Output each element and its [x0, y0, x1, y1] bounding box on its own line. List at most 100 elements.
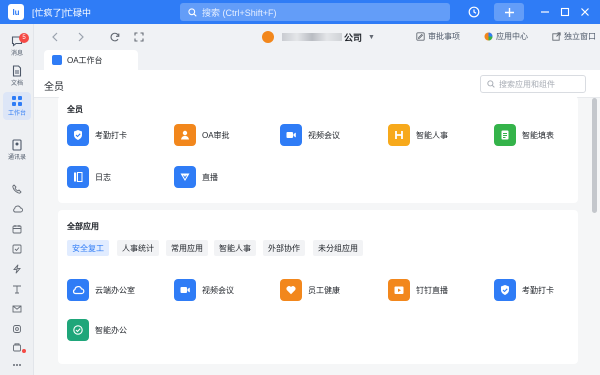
all-apps-section: 全部应用 安全复工 人事统计 常用应用 智能人事 外部协作 未分组应用 云端办公…	[58, 210, 578, 364]
rail-item-workbench[interactable]: 工作台	[3, 92, 31, 120]
minimize-button[interactable]	[538, 4, 552, 20]
company-name-redacted	[282, 33, 342, 41]
filter-smart-hr[interactable]: 智能人事	[214, 240, 256, 256]
live-stream-icon	[388, 279, 410, 301]
app-logo: Iu	[8, 4, 24, 20]
oa-workbench-icon	[52, 55, 62, 65]
mail-icon[interactable]	[10, 302, 24, 316]
rail-item-messages[interactable]: 消息 5	[3, 32, 31, 60]
heart-icon	[280, 279, 302, 301]
rail-label: 文档	[10, 81, 23, 87]
main-scrollbar[interactable]	[592, 98, 597, 213]
maximize-button[interactable]	[558, 4, 572, 20]
hr-icon	[388, 124, 410, 146]
app-name: 员工健康	[308, 285, 340, 295]
app-attendance[interactable]: 考勤打卡	[67, 124, 127, 146]
app-search-placeholder: 搜索应用和组件	[499, 79, 555, 89]
history-icon[interactable]	[466, 4, 482, 20]
workbench-grid-icon	[12, 96, 22, 106]
filter-ungrouped[interactable]: 未分组应用	[313, 240, 363, 256]
expand-icon	[134, 32, 144, 42]
app-oa-approval[interactable]: OA审批	[174, 124, 230, 146]
shield-icon[interactable]	[10, 322, 24, 336]
filter-safe-return[interactable]: 安全复工	[67, 240, 109, 256]
approval-edit-icon	[416, 32, 425, 41]
app-attendance-2[interactable]: 考勤打卡	[494, 279, 554, 301]
rail-item-docs[interactable]: 文档	[3, 62, 31, 90]
approvals-link[interactable]: 审批事项	[416, 31, 460, 42]
fullscreen-button[interactable]	[132, 30, 146, 44]
search-icon	[188, 7, 197, 17]
external-window-icon	[552, 32, 561, 41]
page-title: 全员	[44, 82, 64, 93]
attendance-icon	[494, 279, 516, 301]
section-title: 全员	[67, 105, 83, 114]
app-live[interactable]: 直播	[174, 166, 218, 188]
all-staff-section: 全员 考勤打卡 OA审批 视频会议 智能人事 智能填表 日志 直播	[58, 96, 578, 203]
app-search-input[interactable]: 搜索应用和组件	[480, 75, 586, 93]
refresh-icon	[110, 32, 120, 42]
video-meeting-icon	[280, 124, 302, 146]
cloud-office-icon	[67, 279, 89, 301]
app-name: 钉钉直播	[416, 285, 448, 295]
add-button[interactable]	[494, 3, 524, 21]
filter-common-apps[interactable]: 常用应用	[166, 240, 208, 256]
app-log[interactable]: 日志	[67, 166, 111, 188]
app-smart-form[interactable]: 智能填表	[494, 124, 554, 146]
company-switcher[interactable]: 公司 ▼	[262, 30, 375, 44]
rail-label: 通讯录	[7, 155, 26, 161]
back-button[interactable]	[48, 30, 62, 44]
global-search-placeholder: 搜索 (Ctrl+Shift+F)	[202, 7, 277, 18]
attendance-icon	[67, 124, 89, 146]
filter-external-collab[interactable]: 外部协作	[263, 240, 305, 256]
rail-label: 消息	[10, 51, 23, 57]
main-content: 全员 搜索应用和组件 全员 考勤打卡 OA审批 视频会议 智能人事 智能填表 日…	[34, 70, 600, 375]
section-title: 全部应用	[67, 222, 99, 231]
tab-label: OA工作台	[67, 55, 103, 65]
app-center-link[interactable]: 应用中心	[484, 31, 528, 42]
caret-down-icon: ▼	[368, 33, 375, 41]
refresh-button[interactable]	[108, 30, 122, 44]
notification-dot	[22, 349, 26, 353]
tag-icon[interactable]	[10, 282, 24, 296]
global-search-input[interactable]: 搜索 (Ctrl+Shift+F)	[180, 3, 450, 21]
plus-icon	[504, 7, 514, 17]
log-icon	[67, 166, 89, 188]
app-name: 视频会议	[308, 130, 340, 140]
cloud-icon[interactable]	[10, 202, 24, 216]
app-name: 考勤打卡	[522, 285, 554, 295]
tab-bar: OA工作台	[34, 50, 600, 70]
app-dingtalk-live[interactable]: 钉钉直播	[388, 279, 448, 301]
app-smart-hr[interactable]: 智能人事	[388, 124, 448, 146]
chevron-left-icon	[52, 32, 58, 42]
document-icon	[12, 65, 22, 77]
app-center-label: 应用中心	[496, 32, 528, 41]
app-cloud-office[interactable]: 云端办公室	[67, 279, 135, 301]
search-icon	[487, 80, 495, 88]
forward-button[interactable]	[74, 30, 88, 44]
todo-check-icon[interactable]	[10, 242, 24, 256]
app-name: 云端办公室	[95, 285, 135, 295]
close-button[interactable]	[578, 4, 592, 20]
app-employee-health[interactable]: 员工健康	[280, 279, 340, 301]
toolbar: 公司 ▼ 审批事项 应用中心 独立窗口	[34, 24, 600, 50]
left-rail: 消息 5 文档 工作台 通讯录	[0, 24, 34, 375]
app-smart-office[interactable]: 智能办公	[67, 319, 127, 341]
rail-item-contacts[interactable]: 通讯录	[3, 136, 31, 164]
smart-office-icon	[67, 319, 89, 341]
app-name: 考勤打卡	[95, 130, 127, 140]
filter-hr-stats[interactable]: 人事统计	[117, 240, 159, 256]
phone-icon[interactable]	[10, 182, 24, 196]
app-video-meeting[interactable]: 视频会议	[280, 124, 340, 146]
standalone-window-link[interactable]: 独立窗口	[552, 31, 596, 42]
app-name: 直播	[202, 172, 218, 182]
more-icon[interactable]	[10, 358, 24, 372]
lightning-icon[interactable]	[10, 262, 24, 276]
app-center-icon	[484, 32, 493, 41]
calendar-icon[interactable]	[10, 222, 24, 236]
tab-oa-workbench[interactable]: OA工作台	[44, 50, 138, 70]
app-video-meeting-2[interactable]: 视频会议	[174, 279, 234, 301]
live-icon	[174, 166, 196, 188]
approval-icon	[174, 124, 196, 146]
status-title[interactable]: [忙疯了]忙碌中	[32, 6, 91, 19]
